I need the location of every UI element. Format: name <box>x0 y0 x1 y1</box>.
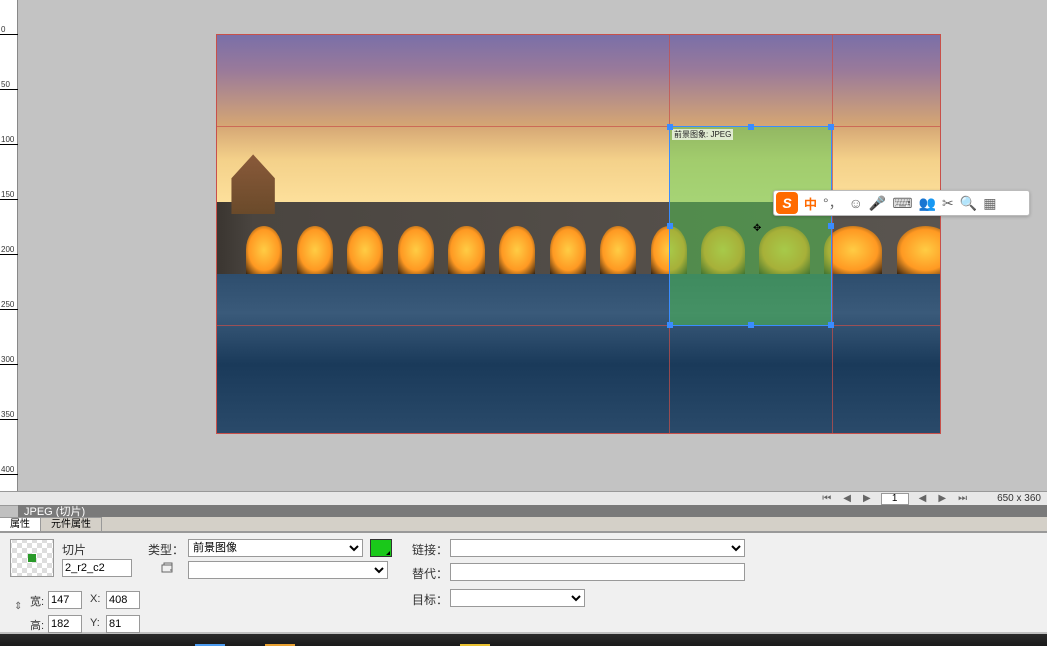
y-label: Y: <box>90 617 100 629</box>
ime-punct-icon[interactable]: °， <box>823 193 843 213</box>
taskbar[interactable] <box>0 634 1047 646</box>
height-input[interactable] <box>48 615 82 633</box>
slice-thumbnail[interactable] <box>10 539 54 577</box>
frame-play-next-button[interactable]: ▶ <box>936 493 948 504</box>
ime-voice-icon[interactable]: 🎤 <box>869 195 886 212</box>
link-label: 链接： <box>412 541 448 558</box>
ruler-tick: 0 <box>1 25 5 34</box>
type-label: 类型： <box>148 541 184 558</box>
secondary-select[interactable] <box>188 561 388 579</box>
x-label: X: <box>90 593 100 605</box>
ruler-tick: 400 <box>1 465 14 474</box>
slice-heading: 切片 <box>62 541 86 558</box>
tab-properties[interactable]: 属性 <box>0 517 41 531</box>
sogou-logo-icon[interactable]: S <box>776 192 798 214</box>
resize-handle-tr[interactable] <box>828 124 834 130</box>
ime-search-icon[interactable]: 🔍 <box>960 195 977 212</box>
width-label: 宽: <box>30 593 44 609</box>
ime-people-icon[interactable]: 👥 <box>919 195 936 212</box>
ruler-tick: 150 <box>1 190 14 199</box>
ruler-tick: 50 <box>1 80 10 89</box>
vertical-ruler: 0 50 100 150 200 250 300 350 400 <box>0 0 18 505</box>
edit-slice-icon[interactable] <box>160 561 174 575</box>
ime-crop-icon[interactable]: ✂ <box>942 195 954 212</box>
resize-handle-t[interactable] <box>748 124 754 130</box>
frame-current-input[interactable] <box>881 493 909 505</box>
type-select[interactable]: 前景图像 <box>188 539 363 557</box>
resize-handle-br[interactable] <box>828 322 834 328</box>
ruler-tick: 200 <box>1 245 14 254</box>
alt-label: 替代： <box>412 565 448 582</box>
properties-tabs: 属性 元件属性 <box>0 517 1047 532</box>
slice-tooltip: 前景图象: JPEG <box>672 129 733 140</box>
slice-color-swatch[interactable] <box>370 539 392 557</box>
link-select[interactable] <box>450 539 745 557</box>
alt-input[interactable] <box>450 563 745 581</box>
target-select[interactable] <box>450 589 585 607</box>
resize-handle-tl[interactable] <box>667 124 673 130</box>
ime-emoji-icon[interactable]: ☺ <box>849 195 863 211</box>
canvas-area[interactable]: 前景图象: JPEG ✥ <box>18 0 1047 505</box>
ime-toolbar[interactable]: S 中 °， ☺ 🎤 ⌨ 👥 ✂ 🔍 ▦ <box>773 190 1030 216</box>
ruler-tick: 250 <box>1 300 14 309</box>
resize-handle-r[interactable] <box>828 223 834 229</box>
ime-mode-toggle[interactable]: 中 <box>804 194 817 213</box>
resize-handle-bl[interactable] <box>667 322 673 328</box>
frame-prev-button[interactable]: ◀ <box>841 493 853 504</box>
document-image[interactable]: 前景图象: JPEG ✥ <box>216 34 941 434</box>
frame-first-button[interactable]: ⏮ <box>820 493 833 504</box>
ime-keyboard-icon[interactable]: ⌨ <box>892 195 912 212</box>
ime-grid-icon[interactable]: ▦ <box>983 195 996 212</box>
frame-nav-bar: ⏮ ◀ ▶ ◀ ▶ ⏭ 650 x 360 <box>0 491 1047 506</box>
width-input[interactable] <box>48 591 82 609</box>
frame-next-button[interactable]: ▶ <box>861 493 873 504</box>
resize-handle-l[interactable] <box>667 223 673 229</box>
tab-element-properties[interactable]: 元件属性 <box>41 517 102 531</box>
height-label: 高: <box>30 617 44 633</box>
ruler-tick: 350 <box>1 410 14 419</box>
selected-slice[interactable]: 前景图象: JPEG <box>669 126 832 326</box>
properties-panel: 切片 类型： 前景图像 链接： 替代： 目标： ⇕ 宽: X: 高: Y: <box>0 532 1047 632</box>
slice-guide-v[interactable] <box>832 35 833 433</box>
lock-aspect-icon[interactable]: ⇕ <box>14 601 22 612</box>
resize-handle-b[interactable] <box>748 322 754 328</box>
slice-name-input[interactable] <box>62 559 132 577</box>
frame-last-button[interactable]: ⏭ <box>956 493 969 504</box>
move-cursor-icon: ✥ <box>753 223 761 234</box>
canvas-dimensions: 650 x 360 <box>997 493 1041 504</box>
x-input[interactable] <box>106 591 140 609</box>
frame-play-prev-button[interactable]: ◀ <box>917 493 929 504</box>
ruler-tick: 100 <box>1 135 14 144</box>
y-input[interactable] <box>106 615 140 633</box>
target-label: 目标： <box>412 591 448 608</box>
ruler-tick: 300 <box>1 355 14 364</box>
